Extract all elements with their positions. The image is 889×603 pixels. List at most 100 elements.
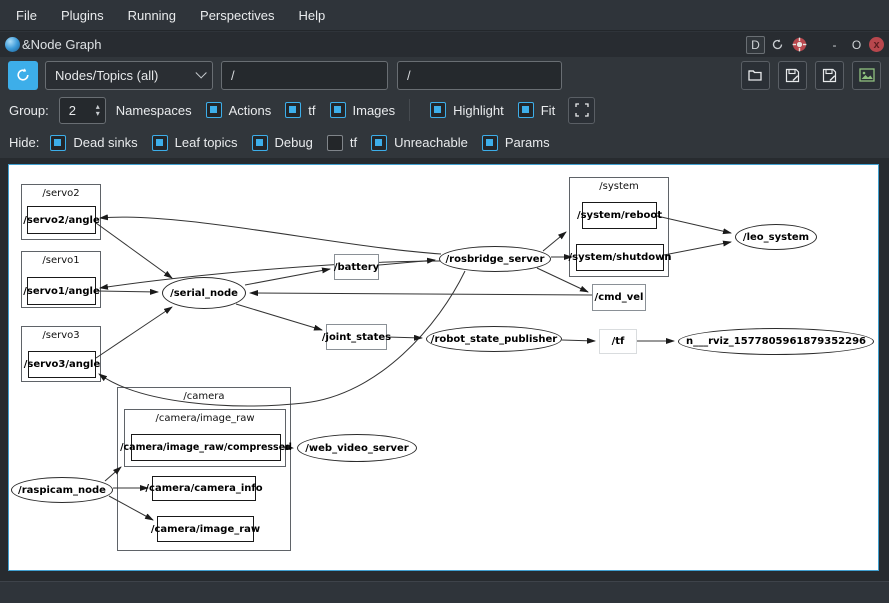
folder-open-icon xyxy=(748,68,764,82)
edge-rosbridge-servo2angle xyxy=(100,217,441,254)
group-depth-value: 2 xyxy=(60,103,96,118)
topic-camera-image-raw[interactable]: /camera/image_raw xyxy=(157,516,254,542)
hide-label: Hide: xyxy=(9,135,39,150)
edge-servo3angle-serial xyxy=(96,307,172,358)
fit-checkbox[interactable] xyxy=(518,102,534,118)
node-rviz[interactable]: n___rviz_1577805961879352296 xyxy=(678,328,874,355)
checkbox-actions[interactable]: Actions xyxy=(206,102,272,118)
highlight-checkbox[interactable] xyxy=(430,102,446,118)
node-robot-state-publisher[interactable]: /robot_state_publisher xyxy=(426,326,562,352)
checkbox-tf-group[interactable]: tf xyxy=(285,102,315,118)
actions-label: Actions xyxy=(229,103,272,118)
images-checkbox[interactable] xyxy=(330,102,346,118)
menu-perspectives[interactable]: Perspectives xyxy=(188,3,286,28)
menu-running[interactable]: Running xyxy=(116,3,188,28)
tf-group-checkbox[interactable] xyxy=(285,102,301,118)
topic-tf[interactable]: /tf xyxy=(599,329,637,354)
checkbox-leaf-topics[interactable]: Leaf topics xyxy=(152,135,238,151)
save-svg-button[interactable] xyxy=(815,61,844,90)
topic-servo2-angle[interactable]: /servo2/angle xyxy=(27,206,96,234)
dock-d-button[interactable]: D xyxy=(746,36,765,54)
leaf-topics-checkbox[interactable] xyxy=(152,135,168,151)
tf-group-label: tf xyxy=(308,103,315,118)
params-checkbox[interactable] xyxy=(482,135,498,151)
group-depth-spinbox[interactable]: 2 ▴▾ xyxy=(59,97,106,124)
edge-serial-battery xyxy=(245,269,330,285)
topic-battery[interactable]: /battery xyxy=(334,254,379,280)
reload-plugin-icon[interactable] xyxy=(768,36,787,54)
dead-sinks-checkbox[interactable] xyxy=(50,135,66,151)
dead-sinks-label: Dead sinks xyxy=(73,135,137,150)
refresh-graph-button[interactable] xyxy=(8,61,38,90)
edge-jointstates-rsp xyxy=(387,337,422,338)
graph-type-value: Nodes/Topics (all) xyxy=(55,68,195,83)
group-label: Group: xyxy=(9,103,49,118)
close-button[interactable]: x xyxy=(869,37,884,52)
graph-canvas[interactable]: /servo2 /servo1 /servo3 /system /camera … xyxy=(8,164,879,571)
unreachable-checkbox[interactable] xyxy=(371,135,387,151)
menu-file[interactable]: File xyxy=(4,3,49,28)
edge-rosbridge-reboot xyxy=(543,232,566,251)
namespaces-label: Namespaces xyxy=(116,103,192,118)
topic-system-shutdown[interactable]: /system/shutdown xyxy=(576,244,664,271)
edge-serial-jointstates xyxy=(236,304,322,330)
checkbox-debug[interactable]: Debug xyxy=(252,135,313,151)
rqt-node-graph-window: File Plugins Running Perspectives Help &… xyxy=(0,0,889,603)
spinbox-arrows-icon[interactable]: ▴▾ xyxy=(96,103,105,117)
dock-title-bar: &Node Graph D - O x xyxy=(0,32,889,57)
debug-checkbox[interactable] xyxy=(252,135,268,151)
node-filter-input[interactable]: / xyxy=(221,61,388,90)
help-lifebuoy-icon[interactable] xyxy=(790,36,809,54)
minimize-button[interactable]: - xyxy=(825,36,844,54)
topic-camera-info[interactable]: /camera/camera_info xyxy=(152,476,256,501)
fit-in-view-button[interactable] xyxy=(568,97,595,124)
images-label: Images xyxy=(353,103,396,118)
edge-servo2angle-serial xyxy=(96,223,172,278)
fit-in-view-icon xyxy=(575,103,589,117)
topic-system-reboot[interactable]: /system/reboot xyxy=(582,202,657,229)
edge-rsp-tf xyxy=(562,340,595,341)
actions-checkbox[interactable] xyxy=(206,102,222,118)
save-dot-button[interactable] xyxy=(778,61,807,90)
topic-cmd-vel[interactable]: /cmd_vel xyxy=(592,284,646,311)
params-label: Params xyxy=(505,135,550,150)
maximize-button[interactable]: O xyxy=(847,36,866,54)
edge-raspicam-compressed xyxy=(105,467,121,481)
separator xyxy=(409,99,410,121)
edge-cmdvel-serial xyxy=(250,293,592,295)
topic-joint-states[interactable]: /joint_states xyxy=(326,324,387,350)
graph-type-select[interactable]: Nodes/Topics (all) xyxy=(45,61,213,90)
hide-tf-checkbox[interactable] xyxy=(327,135,343,151)
menu-bar: File Plugins Running Perspectives Help xyxy=(0,0,889,31)
menu-plugins[interactable]: Plugins xyxy=(49,3,116,28)
edge-servo1angle-serial xyxy=(98,291,158,292)
chevron-down-icon xyxy=(195,67,206,78)
topic-servo3-angle[interactable]: /servo3/angle xyxy=(28,351,96,378)
node-serial-node[interactable]: /serial_node xyxy=(162,277,246,309)
unreachable-label: Unreachable xyxy=(394,135,468,150)
graph-area: /servo2 /servo1 /servo3 /system /camera … xyxy=(0,158,889,581)
checkbox-fit[interactable]: Fit xyxy=(518,102,555,118)
load-dot-button[interactable] xyxy=(741,61,770,90)
hide-tf-label: tf xyxy=(350,135,357,150)
topic-filter-input[interactable]: / xyxy=(397,61,562,90)
checkbox-dead-sinks[interactable]: Dead sinks xyxy=(50,135,137,151)
topic-servo1-angle[interactable]: /servo1/angle xyxy=(27,277,96,305)
save-image-button[interactable] xyxy=(852,61,881,90)
node-rosbridge-server[interactable]: /rosbridge_server xyxy=(439,246,551,272)
edge-raspicam-imageraw xyxy=(109,496,153,520)
menu-help[interactable]: Help xyxy=(286,3,337,28)
checkbox-images[interactable]: Images xyxy=(330,102,396,118)
checkbox-hide-tf[interactable]: tf xyxy=(327,135,357,151)
checkbox-highlight[interactable]: Highlight xyxy=(430,102,504,118)
node-leo-system[interactable]: /leo_system xyxy=(735,224,817,250)
checkbox-unreachable[interactable]: Unreachable xyxy=(371,135,468,151)
checkbox-params[interactable]: Params xyxy=(482,135,550,151)
node-raspicam-node[interactable]: /raspicam_node xyxy=(11,477,113,503)
refresh-icon xyxy=(15,67,31,83)
fit-label: Fit xyxy=(541,103,555,118)
save-as-icon xyxy=(822,68,837,83)
node-web-video-server[interactable]: /web_video_server xyxy=(297,434,417,462)
topic-camera-compressed[interactable]: /camera/image_raw/compressed xyxy=(131,434,281,461)
edge-rosbridge-servo1angle xyxy=(100,261,440,288)
